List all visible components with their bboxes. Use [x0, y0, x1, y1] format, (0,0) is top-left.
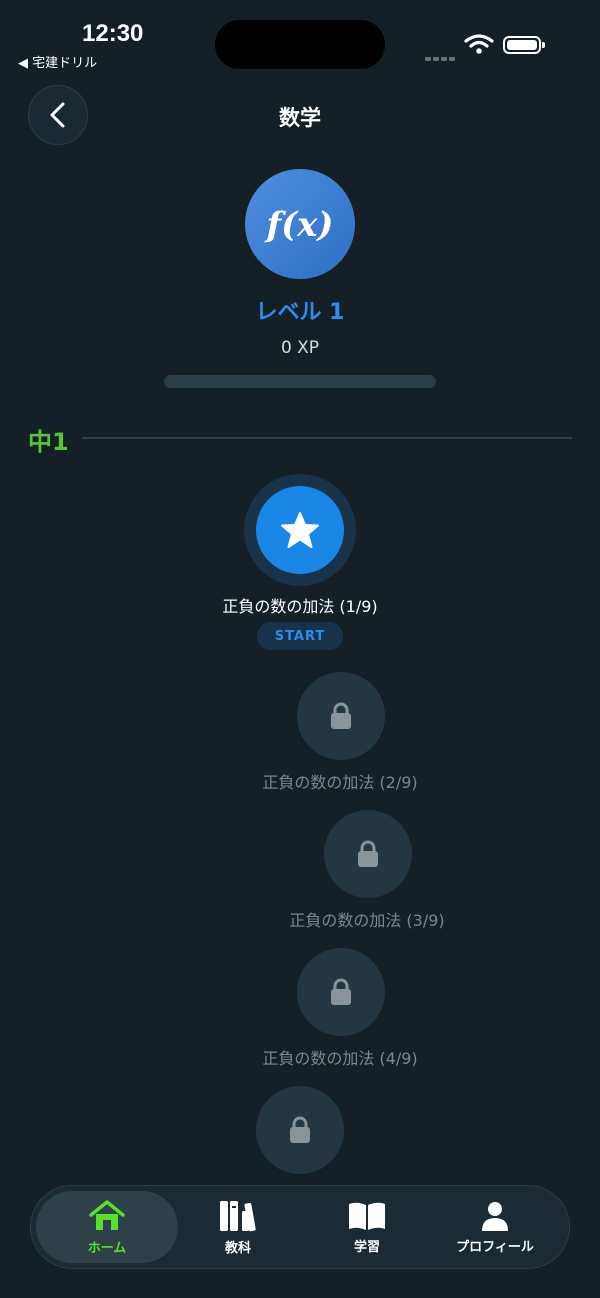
nav-item-study[interactable]: 学習 [296, 1191, 438, 1263]
lesson-node-locked[interactable] [324, 810, 412, 898]
lesson-title: 正負の数の加法 (3/9) [289, 911, 445, 930]
nav-item-profile[interactable]: プロフィール [424, 1191, 566, 1263]
home-icon [89, 1199, 125, 1230]
dynamic-island [215, 20, 385, 69]
function-fx-icon-text: f(x) [264, 205, 333, 245]
lesson-title: 正負の数の加法 (2/9) [262, 773, 418, 792]
bottom-navigation: ホーム 教科 学習 プロフィール [30, 1185, 570, 1269]
lesson-node-active[interactable] [256, 486, 344, 574]
nav-label: 教科 [224, 1240, 251, 1256]
lesson-node-locked[interactable] [297, 672, 385, 760]
cellular-signal-icon [425, 46, 457, 65]
section-label: 中1 [28, 428, 69, 456]
open-book-icon [349, 1202, 385, 1230]
back-to-app-link[interactable]: ◀ 宅建ドリル [18, 52, 97, 71]
lock-icon [331, 978, 351, 1005]
lock-icon [358, 840, 378, 867]
lesson-title: 正負の数の加法 (4/9) [262, 1049, 418, 1068]
nav-label: プロフィール [456, 1239, 534, 1255]
xp-label: 0 XP [280, 338, 320, 358]
xp-progress-bar [164, 375, 436, 388]
nav-label: 学習 [353, 1239, 380, 1255]
function-fx-icon: f(x) [264, 205, 333, 245]
page-title: 数学 [279, 106, 321, 130]
nav-item-home[interactable]: ホーム [36, 1191, 178, 1263]
level-label: レベル 1 [255, 300, 345, 325]
lock-icon [331, 702, 351, 729]
lesson-node-locked[interactable] [297, 948, 385, 1036]
nav-item-subjects[interactable]: 教科 [167, 1191, 309, 1263]
status-time: 12:30 [82, 20, 144, 47]
wifi-icon [464, 34, 494, 54]
lesson-node-locked[interactable] [256, 1086, 344, 1174]
section-divider [82, 437, 572, 439]
start-button[interactable]: START [257, 622, 343, 650]
star-icon [281, 512, 319, 548]
subject-badge: f(x) [245, 169, 355, 279]
person-icon [482, 1201, 508, 1231]
books-icon [220, 1200, 256, 1231]
battery-icon [503, 36, 545, 54]
lesson-title: 正負の数の加法 (1/9) [222, 597, 378, 616]
nav-label: ホーム [87, 1240, 127, 1256]
lock-icon [290, 1116, 310, 1143]
